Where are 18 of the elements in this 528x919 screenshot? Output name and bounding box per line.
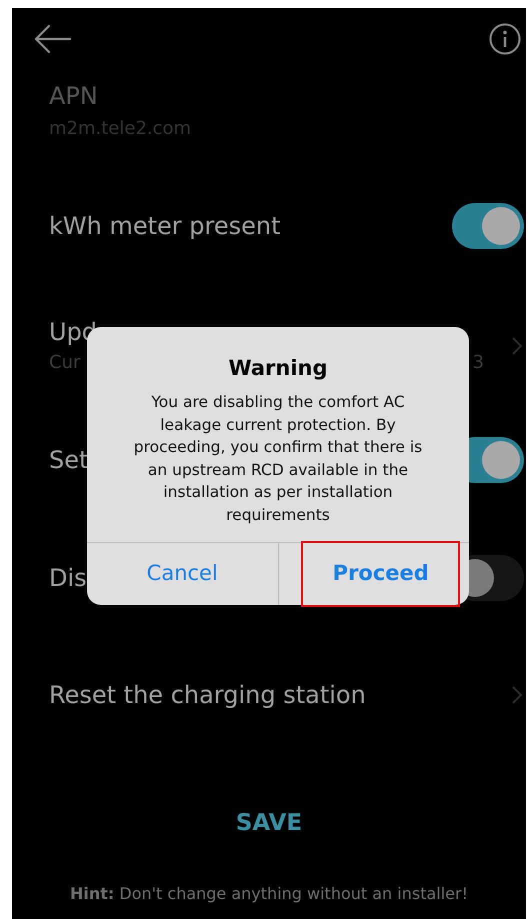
toggle-switch[interactable] (452, 203, 524, 249)
info-icon[interactable] (489, 23, 521, 55)
setting-subtitle: 3 (472, 351, 484, 375)
setting-title: kWh meter present (49, 211, 281, 241)
dialog-message: You are disabling the comfort AC leakage current protection. By proceeding, you confirm that there is an upstream RCD available in the installation as per installation requirements (132, 392, 424, 526)
chevron-icon (512, 686, 522, 704)
dialog-button[interactable]: Cancel (87, 543, 278, 605)
dialog-title: Warning (228, 355, 328, 381)
setting-title: APN (49, 81, 99, 111)
setting-title: Set (49, 445, 88, 475)
back-arrow-icon[interactable] (34, 24, 72, 54)
hint-text: Hint: Don't change anything without an installer! (70, 883, 468, 905)
setting-title: Reset the charging station (49, 680, 366, 710)
dialog-button[interactable]: Proceed (303, 543, 458, 605)
setting-title: Dis (49, 563, 87, 593)
save-button[interactable]: SAVE (236, 806, 302, 840)
setting-subtitle: Cur (49, 351, 82, 375)
chevron-icon (512, 337, 522, 355)
